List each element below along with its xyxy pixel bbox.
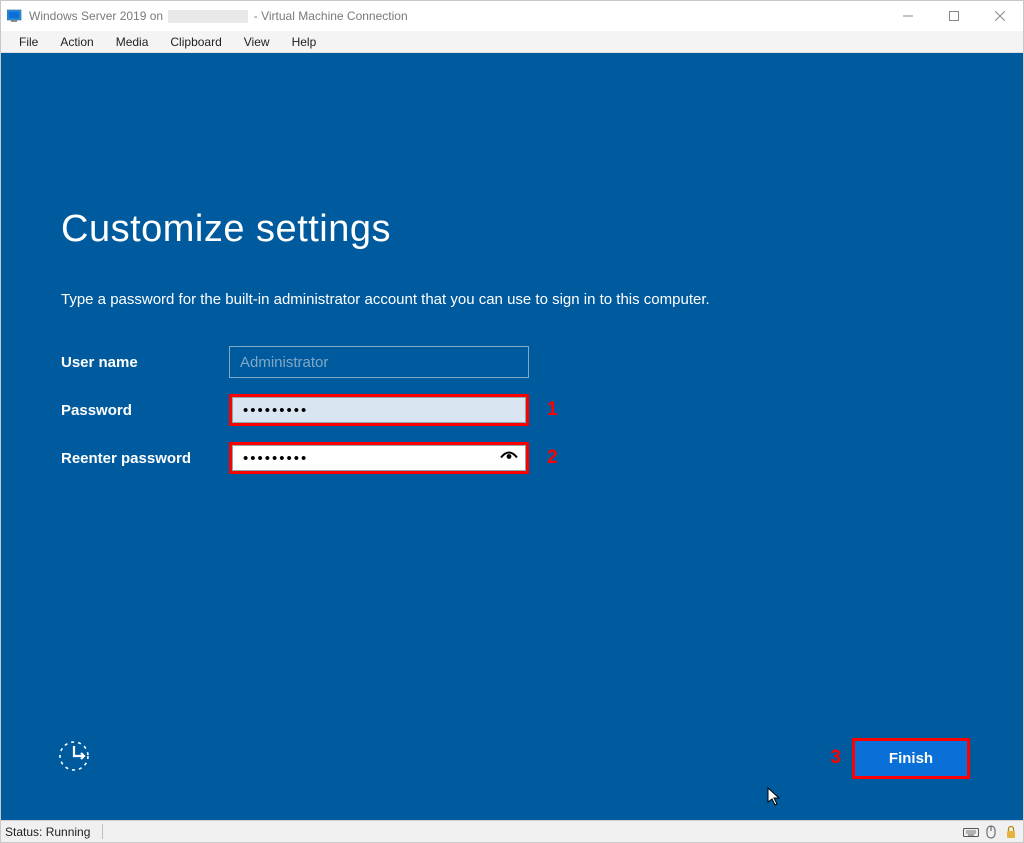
password-label: Password [61,402,229,419]
annotation-3: 3 [830,747,841,769]
titlebar: Windows Server 2019 on - Virtual Machine… [1,1,1023,31]
oobe-bottom-bar: 3 Finish [1,736,1023,780]
password-field-wrap [229,394,529,426]
menubar: File Action Media Clipboard View Help [1,31,1023,53]
menu-clipboard[interactable]: Clipboard [160,33,231,51]
status-text: Status: Running [5,825,90,839]
finish-button[interactable]: Finish [855,741,967,776]
oobe-screen: Customize settings Type a password for t… [1,53,1023,820]
reenter-field-wrap [229,442,529,474]
menu-action[interactable]: Action [50,33,103,51]
statusbar-left: Status: Running [5,824,103,839]
statusbar-right [963,824,1019,840]
annotation-2: 2 [547,447,558,469]
lock-icon [1003,824,1019,840]
maximize-button[interactable] [931,1,977,31]
minimize-button[interactable] [885,1,931,31]
annotation-1: 1 [547,399,558,421]
menu-view[interactable]: View [234,33,280,51]
username-label: User name [61,354,229,371]
password-row: Password 1 [61,386,1023,434]
menu-help[interactable]: Help [282,33,327,51]
mouse-icon [983,824,999,840]
finish-wrap: 3 Finish [830,741,967,776]
password-field[interactable] [232,397,526,423]
close-button[interactable] [977,1,1023,31]
titlebar-left: Windows Server 2019 on - Virtual Machine… [7,8,408,24]
vm-connection-window: Windows Server 2019 on - Virtual Machine… [0,0,1024,843]
statusbar-separator [102,824,103,839]
username-row: User name [61,338,1023,386]
ease-of-access-icon[interactable] [57,739,91,778]
vm-display[interactable]: Customize settings Type a password for t… [1,53,1023,820]
vm-app-icon [7,8,23,24]
statusbar: Status: Running [1,820,1023,842]
keyboard-icon [963,824,979,840]
reenter-row: Reenter password 2 [61,434,1023,482]
menu-file[interactable]: File [9,33,48,51]
menu-media[interactable]: Media [106,33,159,51]
window-title: Windows Server 2019 on - Virtual Machine… [29,9,408,23]
username-field [229,346,529,378]
reenter-field[interactable] [232,445,526,471]
window-controls [885,1,1023,31]
redacted-hostname [168,10,248,23]
reenter-label: Reenter password [61,450,229,467]
page-title: Customize settings [61,208,1023,251]
password-reveal-icon[interactable] [500,449,518,468]
page-description: Type a password for the built-in adminis… [61,291,1023,308]
